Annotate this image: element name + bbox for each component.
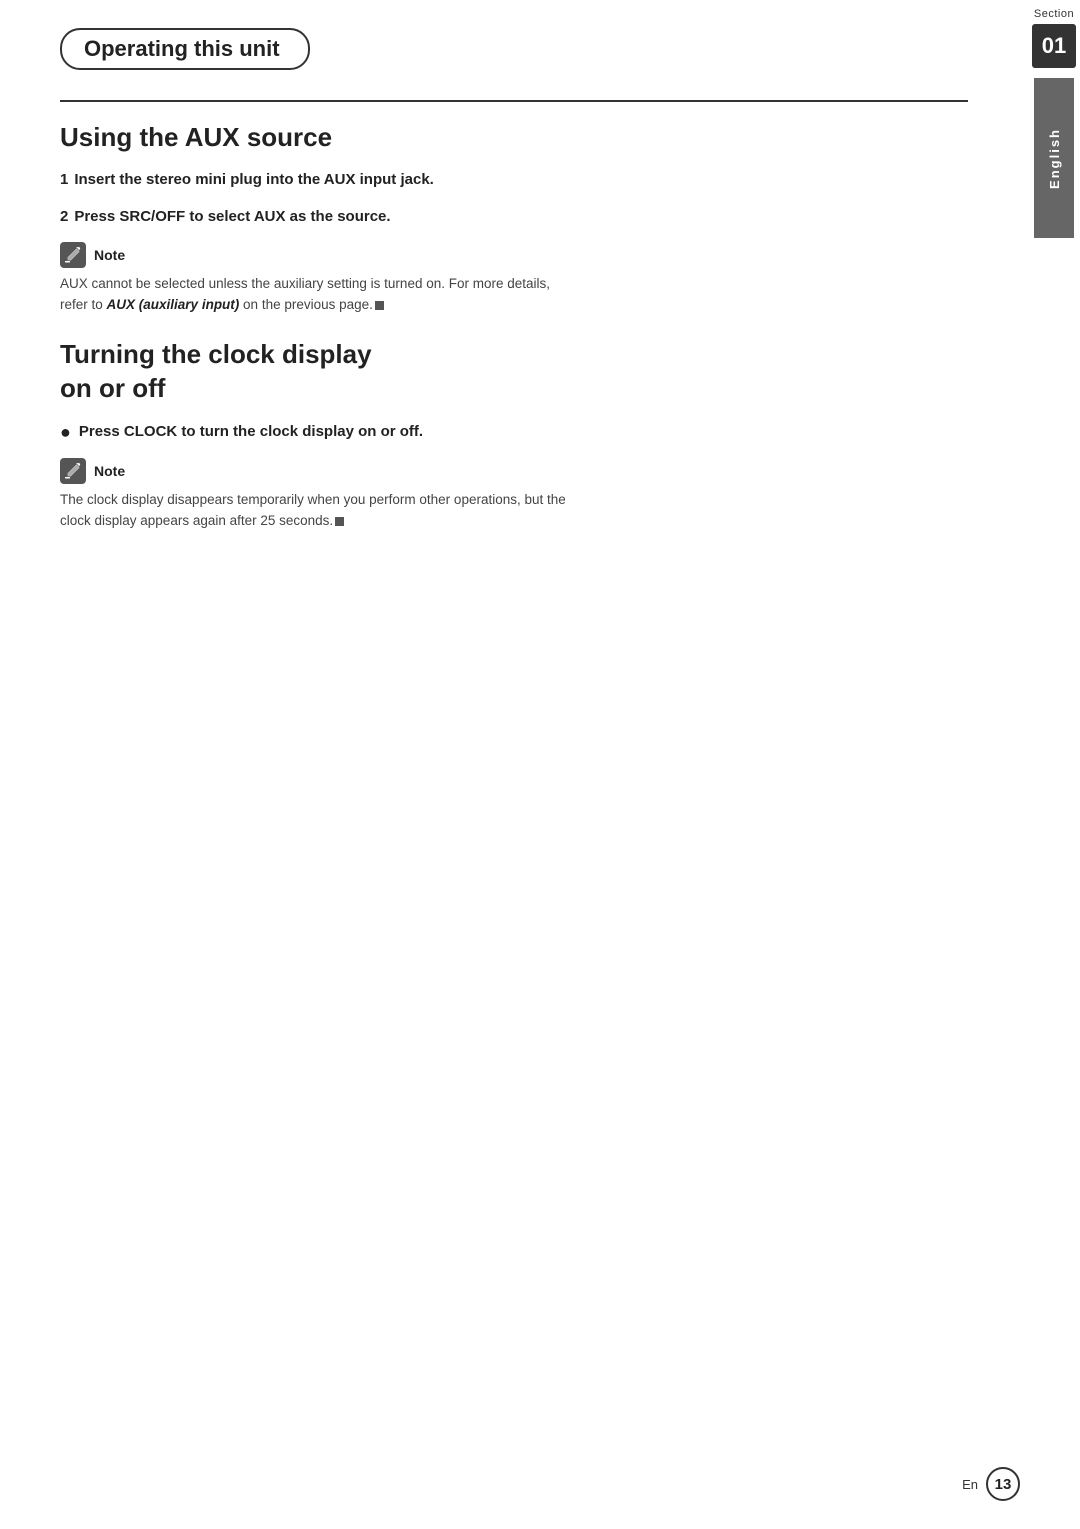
page-title: Operating this unit <box>60 28 310 70</box>
clock-bullet-text: Press CLOCK to turn the clock display on… <box>79 421 423 444</box>
note-icon-2 <box>60 458 86 484</box>
page-number: 13 <box>986 1467 1020 1501</box>
clock-heading-line2: on or off <box>60 373 165 403</box>
clock-bullet-step: ● Press CLOCK to turn the clock display … <box>60 421 968 444</box>
clock-section-heading: Turning the clock display on or off <box>60 338 968 406</box>
note-1-text-bold: AUX (auxiliary input) <box>107 297 240 312</box>
right-sidebar: Section 01 English <box>1028 0 1080 1529</box>
note-1: Note AUX cannot be selected unless the a… <box>60 242 968 316</box>
header-bar: Operating this unit <box>60 28 968 70</box>
step-2: 2 Press SRC/OFF to select AUX as the sour… <box>60 206 968 229</box>
section-label: Section <box>1034 8 1074 20</box>
pencil-icon-2 <box>65 463 81 479</box>
aux-section-heading: Using the AUX source <box>60 122 968 153</box>
bottom-bar: En 13 <box>962 1467 1020 1501</box>
step-1: 1 Insert the stereo mini plug into the AU… <box>60 169 968 192</box>
note-1-header: Note <box>60 242 968 268</box>
main-content: Operating this unit Using the AUX source… <box>0 0 1028 554</box>
pencil-icon <box>65 247 81 263</box>
note-2-text: The clock display disappears temporarily… <box>60 490 580 532</box>
language-label: English <box>1047 128 1062 189</box>
note-2-text-body: The clock display disappears temporarily… <box>60 492 566 528</box>
header-divider <box>60 100 968 102</box>
en-label: En <box>962 1477 978 1492</box>
step-2-body: Press SRC/OFF to select AUX as the sourc… <box>74 208 390 225</box>
note-2: Note The clock display disappears tempor… <box>60 458 968 532</box>
note-1-label: Note <box>94 247 125 263</box>
bullet-dot: ● <box>60 422 71 443</box>
language-tab: English <box>1034 78 1074 238</box>
note-1-text-part2: on the previous page. <box>239 297 373 312</box>
section-number: 01 <box>1032 24 1076 68</box>
end-marker-1 <box>375 301 384 310</box>
step-1-body: Insert the stereo mini plug into the AUX… <box>74 171 433 188</box>
note-1-text: AUX cannot be selected unless the auxili… <box>60 274 580 316</box>
note-icon-1 <box>60 242 86 268</box>
step-2-number: 2 <box>60 208 68 225</box>
end-marker-2 <box>335 517 344 526</box>
step-1-text: 1 Insert the stereo mini plug into the AU… <box>60 171 434 188</box>
note-2-header: Note <box>60 458 968 484</box>
clock-heading-line1: Turning the clock display <box>60 339 372 369</box>
step-1-number: 1 <box>60 171 68 188</box>
note-2-label: Note <box>94 463 125 479</box>
step-2-text: 2 Press SRC/OFF to select AUX as the sour… <box>60 208 391 225</box>
